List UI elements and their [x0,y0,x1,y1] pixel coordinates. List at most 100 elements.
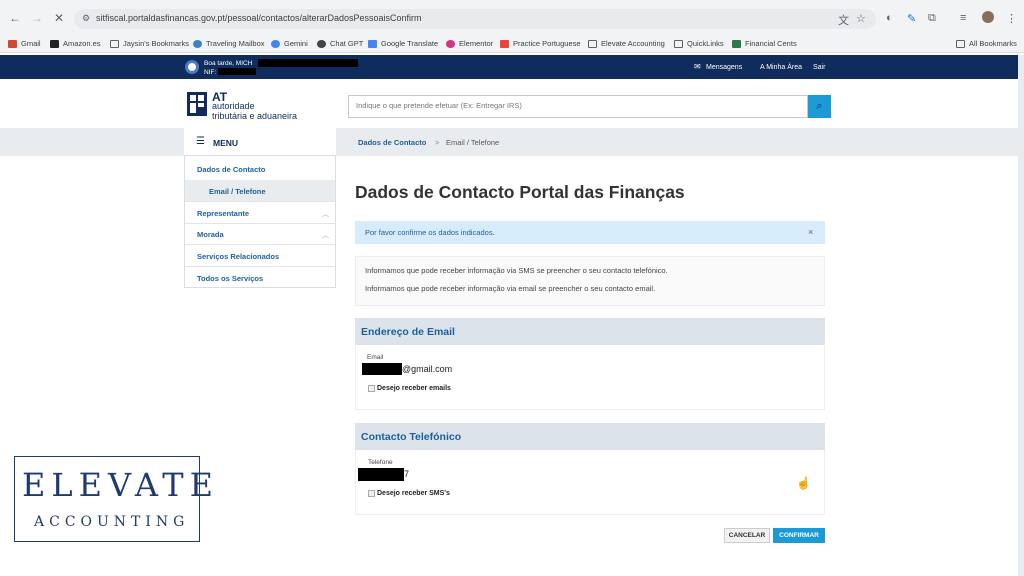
divider [185,223,335,224]
breadcrumb-parent[interactable]: Dados de Contacto [358,138,426,147]
sidebar-item-morada[interactable]: Morada [197,230,224,239]
shield-icon [732,39,741,48]
redacted-name [258,59,358,67]
alert-text: Por favor confirme os dados indicados. [365,228,495,237]
sms-checkbox[interactable] [368,490,375,497]
logo-elevate-text: ELEVATE [22,466,219,504]
divider [185,201,335,202]
nif-label: NIF: [204,69,217,76]
email-checkbox-label[interactable]: Desejo receber emails [377,385,451,392]
logo-accounting-text: ACCOUNTING [34,514,190,530]
mail-icon: ✉ [694,62,701,71]
chevron-up-icon[interactable]: ︿ [322,230,329,240]
folder-icon [588,39,597,48]
confirm-button[interactable]: CONFIRMAR [773,528,825,543]
screen: ← → ✕ ⚙ sitfiscal.portaldasfinancas.gov.… [0,0,1024,576]
menu-header[interactable] [184,128,336,156]
breadcrumb-separator-icon: > [435,138,440,147]
bookmark-jaysins[interactable]: Jaysin's Bookmarks [110,39,189,48]
redacted-phone [358,468,404,481]
bookmark-elementor[interactable]: Elementor [446,39,493,48]
search-button[interactable]: ⌕ [808,95,831,118]
folder-icon [956,39,965,48]
at-emblem-icon[interactable] [186,90,208,118]
media-icon[interactable]: ≡ [960,12,966,24]
sidebar-item-dados-contacto[interactable]: Dados de Contacto [197,165,265,174]
phone-value: 7 [404,469,410,479]
menu-label[interactable]: MENU [213,138,238,148]
chevron-up-icon[interactable]: ︿ [322,209,329,219]
forward-icon[interactable]: → [30,11,44,25]
link-sair[interactable]: Sair [813,64,825,71]
portal-top-bar [0,55,1024,79]
stop-loading-icon[interactable]: ✕ [52,11,66,25]
site-info-icon[interactable]: ⚙ [82,13,90,24]
email-label: Email [367,354,384,361]
phone-section-body [355,450,825,515]
bookmark-chatgpt[interactable]: Chat GPT [317,39,363,48]
hand-cursor-icon: ☝ [796,476,811,490]
puzzle-icon[interactable]: ⧉ [928,12,936,25]
gmail-icon [8,39,17,48]
url-text[interactable]: sitfiscal.portaldasfinancas.gov.pt/pesso… [96,13,422,23]
amazon-icon [50,39,59,48]
gemini-icon [271,39,280,48]
phone-label: Telefone [368,459,393,466]
bookmark-gmail[interactable]: Gmail [8,39,41,48]
cancel-button[interactable]: CANCELAR [724,528,770,543]
all-bookmarks[interactable]: All Bookmarks [956,39,1017,48]
sidebar-item-email-telefone[interactable]: Email / Telefone [209,187,266,196]
info-sms-text: Informamos que pode receber informação v… [365,266,668,275]
scrollbar[interactable] [1018,55,1024,576]
bookmark-star-icon[interactable]: ☆ [856,12,866,25]
bookmark-practice-portuguese[interactable]: Practice Portuguese [500,39,581,48]
sidebar-item-servicos-relacionados[interactable]: Serviços Relacionados [197,252,279,261]
pen-extension-icon[interactable]: ✎ [907,12,916,25]
search-placeholder[interactable]: Indique o que pretende efetuar (Ex: Entr… [356,101,522,110]
bookmark-financial-cents[interactable]: Financial Cents [732,39,797,48]
email-value: @gmail.com [402,364,453,374]
email-checkbox[interactable] [368,385,375,392]
translate-bookmark-icon [368,39,377,48]
sms-checkbox-label[interactable]: Desejo receber SMS's [377,490,450,497]
user-avatar-icon [185,60,199,74]
breadcrumb-bar [0,128,1024,156]
redacted-nif [218,68,256,75]
info-box [355,256,825,306]
mailbox-icon [193,39,202,48]
translate-icon[interactable]: 文 [838,12,849,28]
logo-line2: tributária e aduaneira [212,111,298,121]
link-mensagens[interactable]: Mensagens [706,64,742,71]
search-icon: ⌕ [816,100,823,112]
extension-icon[interactable]: ◐ [886,12,893,24]
elementor-icon [446,39,455,48]
profile-avatar[interactable] [982,11,994,23]
bookmark-google-translate[interactable]: Google Translate [368,39,438,48]
bookmark-traveling-mailbox[interactable]: Traveling Mailbox [193,39,265,48]
email-section-body [355,345,825,410]
logo-line1: autoridade [212,101,255,111]
kebab-menu-icon[interactable]: ⋮ [1006,12,1017,25]
folder-icon [674,39,683,48]
phone-section-title: Contacto Telefónico [361,431,462,443]
back-icon[interactable]: ← [8,11,22,25]
email-section-title: Endereço de Email [361,326,455,338]
bookmark-amazon[interactable]: Amazon.es [50,39,101,48]
portuguese-icon [500,39,509,48]
bookmark-quicklinks[interactable]: QuickLinks [674,39,724,48]
folder-icon [110,39,119,48]
page-title: Dados de Contacto Portal das Finanças [355,182,685,202]
hamburger-icon[interactable]: ☰ [196,136,205,147]
sidebar-item-representante[interactable]: Representante [197,209,249,218]
breadcrumb-current: Email / Telefone [446,138,500,147]
sidebar-item-todos-servicos[interactable]: Todos os Serviços [197,274,263,283]
greeting-text: Boa tarde, MICH [204,60,253,67]
divider [185,266,335,267]
bookmark-gemini[interactable]: Gemini [271,39,308,48]
divider [185,244,335,245]
chatgpt-icon [317,39,326,48]
bookmark-elevate-accounting[interactable]: Elevate Accounting [588,39,665,48]
redacted-email [362,363,402,375]
close-icon[interactable]: × [808,227,813,237]
link-a-minha-area[interactable]: A Minha Área [760,64,802,71]
